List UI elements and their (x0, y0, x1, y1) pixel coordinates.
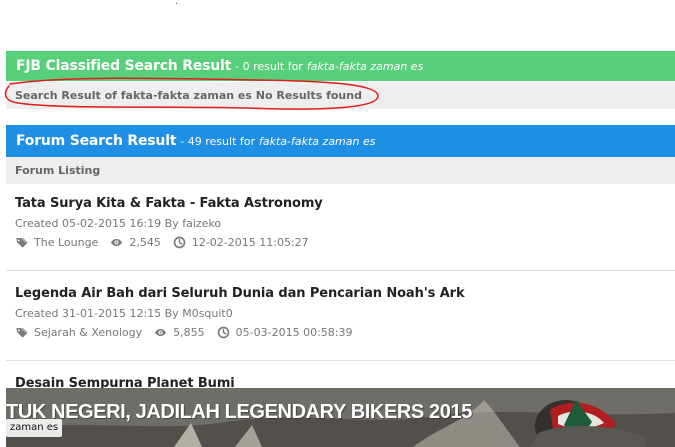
clock-icon (217, 326, 230, 339)
thread-title-link[interactable]: Legenda Air Bah dari Seluruh Dunia dan P… (15, 283, 666, 305)
thread-stats: Sejarah & Xenology 5,855 05-03-2015 00:5… (15, 323, 666, 342)
forum-result-header: Forum Search Result - 49 result for fakt… (6, 125, 675, 157)
top-dot: . (175, 0, 179, 7)
thread-updated-date: 12-02-2015 11:05:27 (191, 236, 309, 249)
fjb-result-count: - 0 result for (235, 59, 303, 73)
tags-icon (16, 328, 28, 338)
forum-result-title: Forum Search Result (16, 133, 177, 149)
eye-icon (155, 328, 167, 337)
forum-result-count: - 49 result for (180, 134, 255, 148)
forum-result-query: fakta-fakta zaman es (259, 134, 376, 148)
advertisement-banner[interactable]: TUK NEGERI, JADILAH LEGENDARY BIKERS 201… (6, 388, 675, 447)
fjb-result-query: fakta-fakta zaman es (306, 59, 424, 73)
thread-list-item[interactable]: Tata Surya Kita & Fakta - Fakta Astronom… (6, 188, 675, 271)
thread-views: 2,545 (110, 233, 161, 252)
banner-headline: TUK NEGERI, JADILAH LEGENDARY BIKERS 201… (6, 401, 472, 423)
thread-updated-date: 05-03-2015 00:58:39 (235, 326, 353, 339)
search-results-page: . FJB Classified Search Result - 0 resul… (0, 0, 675, 447)
thread-category[interactable]: The Lounge (15, 233, 98, 252)
thread-last-updated: 12-02-2015 11:05:27 (173, 233, 309, 252)
clock-icon (173, 236, 186, 249)
forum-listing-bar: Forum Listing (6, 157, 675, 184)
thread-list-item[interactable]: Legenda Air Bah dari Seluruh Dunia dan P… (6, 278, 675, 361)
tags-icon (16, 238, 28, 248)
fjb-result-header: FJB Classified Search Result - 0 result … (6, 51, 675, 81)
fjb-result-title: FJB Classified Search Result (16, 58, 232, 74)
thread-category-label: Sejarah & Xenology (34, 326, 143, 339)
thread-title-link[interactable]: Tata Surya Kita & Fakta - Fakta Astronom… (15, 193, 666, 215)
thread-created-meta: Created 05-02-2015 16:19 By faizeko (15, 217, 222, 230)
thread-last-updated: 05-03-2015 00:58:39 (217, 323, 353, 342)
fjb-no-results-message-bar: Search Result of fakta-fakta zaman es No… (6, 82, 675, 109)
thread-stats: The Lounge 2,545 12-02-2015 11:05:27 (15, 233, 666, 252)
forum-listing-label: Forum Listing (15, 164, 101, 177)
thread-category[interactable]: Sejarah & Xenology (15, 323, 142, 342)
thread-view-count: 5,855 (173, 326, 205, 339)
eye-icon (111, 238, 123, 247)
thread-category-label: The Lounge (34, 236, 99, 249)
thread-created-meta: Created 31-01-2015 12:15 By M0squit0 (15, 307, 233, 320)
fjb-no-results-message: Search Result of fakta-fakta zaman es No… (15, 89, 362, 102)
thread-views: 5,855 (154, 323, 205, 342)
thread-view-count: 2,545 (129, 236, 161, 249)
search-keyword-tag: zaman es (6, 419, 63, 437)
